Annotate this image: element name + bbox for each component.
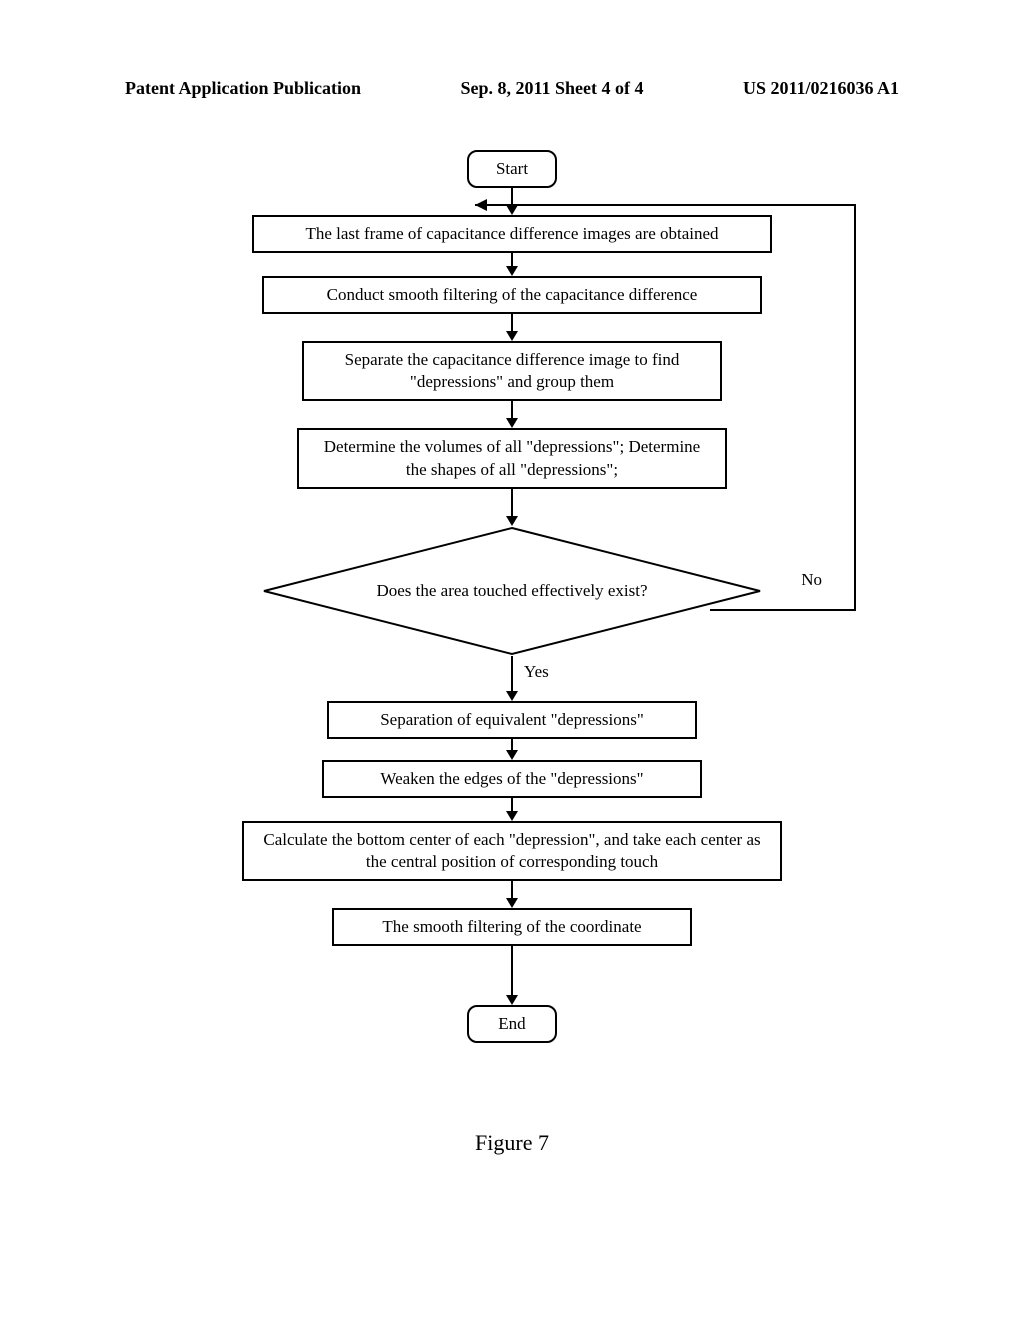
step-label: Calculate the bottom center of each "dep… (263, 830, 760, 871)
connector-yes: Yes (506, 656, 518, 701)
connector (506, 188, 518, 215)
branch-yes-label: Yes (524, 662, 549, 682)
decision-touch-exists: Does the area touched effectively exist?… (262, 526, 762, 656)
step-label: The last frame of capacitance difference… (305, 224, 718, 243)
step-label: Weaken the edges of the "depressions" (380, 769, 643, 788)
step-separate-depressions: Separate the capacitance difference imag… (302, 341, 722, 401)
connector (506, 489, 518, 526)
step-volumes-shapes: Determine the volumes of all "depression… (297, 428, 727, 488)
decision-label: Does the area touched effectively exist? (376, 580, 647, 602)
connector (506, 739, 518, 760)
page: Patent Application Publication Sep. 8, 2… (0, 0, 1024, 1320)
publication-label: Patent Application Publication (125, 78, 361, 99)
step-label: Separation of equivalent "depressions" (380, 710, 644, 729)
connector (506, 401, 518, 428)
page-header: Patent Application Publication Sep. 8, 2… (0, 78, 1024, 99)
connector (506, 253, 518, 276)
flowchart: Start The last frame of capacitance diff… (0, 150, 1024, 1043)
step-calc-center: Calculate the bottom center of each "dep… (242, 821, 782, 881)
step-label: Conduct smooth filtering of the capacita… (327, 285, 698, 304)
connector (506, 881, 518, 908)
start-node: Start (467, 150, 557, 188)
connector (506, 314, 518, 341)
step-weaken-edges: Weaken the edges of the "depressions" (322, 760, 702, 798)
connector (506, 798, 518, 821)
step-label: Determine the volumes of all "depression… (324, 437, 700, 478)
step-smooth-coord: The smooth filtering of the coordinate (332, 908, 692, 946)
figure-caption: Figure 7 (0, 1130, 1024, 1156)
end-label: End (498, 1014, 525, 1033)
end-node: End (467, 1005, 557, 1043)
step-label: Separate the capacitance difference imag… (345, 350, 680, 391)
step-label: The smooth filtering of the coordinate (382, 917, 641, 936)
step-separate-equivalent: Separation of equivalent "depressions" (327, 701, 697, 739)
step-obtain-frame: The last frame of capacitance difference… (252, 215, 772, 253)
start-label: Start (496, 159, 528, 178)
step-smooth-filter: Conduct smooth filtering of the capacita… (262, 276, 762, 314)
patent-number: US 2011/0216036 A1 (743, 78, 899, 99)
branch-no-label: No (801, 570, 822, 590)
sheet-label: Sep. 8, 2011 Sheet 4 of 4 (460, 78, 643, 99)
connector (506, 946, 518, 1005)
